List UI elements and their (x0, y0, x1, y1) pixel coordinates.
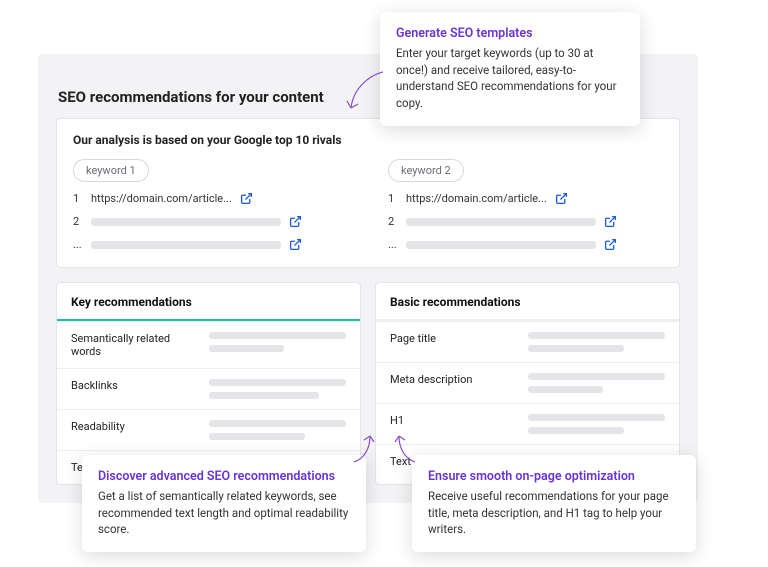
result-url: https://domain.com/article... (91, 192, 232, 205)
placeholder-line (528, 427, 624, 434)
row-label: H1 (390, 414, 510, 427)
external-link-icon[interactable] (555, 192, 568, 205)
tooltip-advanced: Discover advanced SEO recommendations Ge… (82, 455, 366, 552)
rank-number: 2 (388, 215, 398, 228)
placeholder-line (209, 379, 346, 386)
analysis-heading: Our analysis is based on your Google top… (73, 133, 663, 147)
rank-number: 2 (73, 215, 83, 228)
rank-number: 1 (73, 192, 83, 205)
tooltip-title: Ensure smooth on-page optimization (428, 469, 680, 484)
placeholder-line (209, 332, 346, 339)
tooltip-onpage: Ensure smooth on-page optimization Recei… (412, 455, 696, 552)
row-label: Semantically related words (71, 332, 191, 358)
table-row: Readability (57, 409, 360, 450)
external-link-icon[interactable] (240, 192, 253, 205)
table-row: Backlinks (57, 368, 360, 409)
tooltip-title: Generate SEO templates (396, 26, 624, 41)
rank-number: ... (388, 238, 398, 251)
keyword-column-2: keyword 2 1 https://domain.com/article..… (388, 159, 663, 251)
tooltip-body: Receive useful recommendations for your … (428, 488, 680, 538)
keyword-column-1: keyword 1 1 https://domain.com/article..… (73, 159, 348, 251)
placeholder-line (209, 345, 284, 352)
placeholder-line (91, 241, 281, 249)
rank-number: ... (73, 238, 83, 251)
placeholder-line (209, 420, 346, 427)
keyword-chip[interactable]: keyword 2 (388, 159, 464, 182)
tooltip-generate: Generate SEO templates Enter your target… (380, 12, 640, 126)
external-link-icon[interactable] (289, 238, 302, 251)
placeholder-line (406, 241, 596, 249)
analysis-card: Our analysis is based on your Google top… (56, 118, 680, 268)
row-label: Meta description (390, 373, 510, 386)
placeholder-line (209, 392, 319, 399)
tooltip-body: Enter your target keywords (up to 30 at … (396, 45, 624, 112)
placeholder-line (91, 218, 281, 226)
table-row: H1 (376, 403, 679, 444)
row-label: Readability (71, 420, 191, 433)
row-label: Backlinks (71, 379, 191, 392)
row-label: Page title (390, 332, 510, 345)
placeholder-line (209, 433, 305, 440)
placeholder-line (528, 373, 665, 380)
placeholder-line (528, 345, 624, 352)
external-link-icon[interactable] (604, 215, 617, 228)
table-row: Meta description (376, 362, 679, 403)
result-url: https://domain.com/article... (406, 192, 547, 205)
keyword-chip[interactable]: keyword 1 (73, 159, 149, 182)
tooltip-title: Discover advanced SEO recommendations (98, 469, 350, 484)
external-link-icon[interactable] (289, 215, 302, 228)
rank-number: 1 (388, 192, 398, 205)
placeholder-line (406, 218, 596, 226)
placeholder-line (528, 332, 665, 339)
basic-recs-heading: Basic recommendations (376, 283, 679, 319)
key-recs-heading: Key recommendations (57, 283, 360, 319)
tooltip-body: Get a list of semantically related keywo… (98, 488, 350, 538)
table-row: Semantically related words (57, 321, 360, 368)
table-row: Page title (376, 321, 679, 362)
placeholder-line (528, 414, 665, 421)
external-link-icon[interactable] (604, 238, 617, 251)
placeholder-line (528, 386, 603, 393)
